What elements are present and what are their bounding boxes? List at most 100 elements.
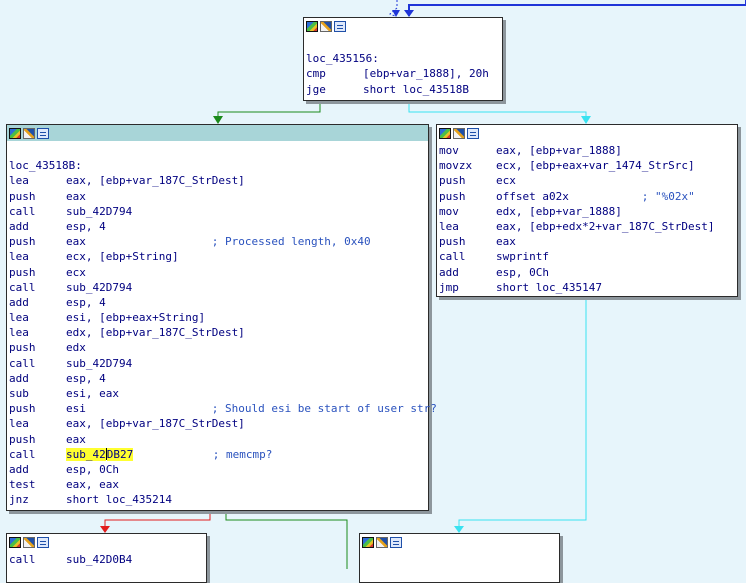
instruction-line[interactable]: call sub_42DB27 ; memcmp? (9, 447, 428, 462)
graph-view[interactable]: loc_435156: cmp [ebp+var_1888], 20h jge shor… (0, 0, 746, 583)
instruction-line[interactable]: add esp, 0Ch (9, 462, 428, 477)
rename-icon[interactable] (23, 536, 35, 548)
block-loop-body[interactable]: mov eax, [ebp+var_1888] movzx ecx, [ebp+eax… (436, 124, 738, 297)
instruction-line[interactable]: jnz short loc_435214 (9, 492, 428, 507)
instruction-line[interactable]: push esi ; Should esi be start of user st… (9, 401, 437, 416)
instruction-line[interactable]: lea eax, [ebp+var_187C_StrDest] (9, 173, 428, 188)
instruction-line[interactable]: lea eax, [ebp+var_187C_StrDest] (9, 416, 428, 431)
instruction-line[interactable]: call sub_42D0B4 (9, 552, 206, 567)
operand[interactable]: sub_42D0B4 (66, 553, 132, 566)
operand[interactable]: ecx (66, 266, 86, 279)
operand-highlighted[interactable]: DB27 (106, 447, 134, 461)
instruction-line[interactable]: mov eax, [ebp+var_1888] (439, 143, 737, 158)
operand[interactable]: edx, [ebp+var_187C_StrDest] (66, 326, 245, 339)
code-label[interactable]: loc_43518B: (9, 159, 82, 172)
color-icon[interactable] (9, 127, 21, 139)
operand[interactable]: short loc_43518B (363, 83, 469, 96)
jnz-false-edge (104, 511, 211, 531)
operand[interactable]: esi (66, 402, 86, 415)
instruction-line[interactable]: push eax (9, 432, 428, 447)
instruction-line[interactable]: test eax, eax (9, 477, 428, 492)
operand[interactable]: eax (66, 235, 86, 248)
operand[interactable]: sub_42D794 (66, 281, 132, 294)
instruction-line[interactable]: jge short loc_43518B (306, 82, 502, 97)
instruction-line[interactable]: lea esi, [ebp+eax+String] (9, 310, 428, 325)
operand[interactable]: esp, 0Ch (66, 463, 119, 476)
instruction-line[interactable]: push offset a02x ; "%02x" (439, 189, 737, 204)
instruction-line[interactable]: mov edx, [ebp+var_1888] (439, 204, 737, 219)
instruction-line[interactable]: add esp, 0Ch (439, 265, 737, 280)
instruction-line[interactable]: sub esi, eax (9, 386, 428, 401)
graph-overview-icon[interactable] (37, 536, 49, 548)
instruction-line[interactable]: lea eax, [ebp+edx*2+var_187C_StrDest] (439, 219, 737, 234)
operand[interactable]: eax (496, 235, 516, 248)
instruction-line[interactable]: push eax (439, 234, 737, 249)
instruction-line[interactable]: push ecx (439, 173, 737, 188)
instruction-line[interactable]: call sub_42D794 (9, 356, 428, 371)
operand[interactable]: eax, eax (66, 478, 119, 491)
code-label[interactable]: loc_435156: (306, 52, 379, 65)
color-icon[interactable] (439, 127, 451, 139)
operand[interactable]: esi, eax (66, 387, 119, 400)
rename-icon[interactable] (376, 536, 388, 548)
instruction-line[interactable]: push eax (9, 189, 428, 204)
operand[interactable]: eax (66, 190, 86, 203)
operand[interactable]: esp, 0Ch (496, 266, 549, 279)
instruction-line[interactable]: call swprintf (439, 249, 737, 264)
operand[interactable]: esp, 4 (66, 372, 106, 385)
operand[interactable]: sub_42D794 (66, 357, 132, 370)
operand[interactable]: swprintf (496, 250, 549, 263)
instruction-line[interactable]: push ecx (9, 265, 428, 280)
operand[interactable]: sub_42D794 (66, 205, 132, 218)
operand[interactable]: short loc_435147 (496, 281, 602, 294)
instruction-line[interactable]: call sub_42D794 (9, 204, 428, 219)
operand-highlighted[interactable]: sub_42 (66, 447, 106, 461)
instruction-line[interactable]: add esp, 4 (9, 371, 428, 386)
color-icon[interactable] (306, 20, 318, 32)
graph-overview-icon[interactable] (37, 127, 49, 139)
instruction-line[interactable]: lea edx, [ebp+var_187C_StrDest] (9, 325, 428, 340)
instruction-line[interactable]: add esp, 4 (9, 295, 428, 310)
operand[interactable]: ecx, [ebp+eax+var_1474_StrSrc] (496, 159, 695, 172)
operand[interactable]: eax, [ebp+var_1888] (496, 144, 622, 157)
graph-overview-icon[interactable] (334, 20, 346, 32)
instruction-line[interactable]: push eax ; Processed length, 0x40 (9, 234, 428, 249)
instruction-line[interactable]: cmp [ebp+var_1888], 20h (306, 66, 502, 81)
operand[interactable]: esp, 4 (66, 296, 106, 309)
graph-overview-icon[interactable] (390, 536, 402, 548)
instruction-line[interactable]: add esp, 4 (9, 219, 428, 234)
operand[interactable]: ecx, [ebp+String] (66, 250, 179, 263)
color-icon[interactable] (9, 536, 21, 548)
operand[interactable]: short loc_435214 (66, 493, 172, 506)
instruction-line[interactable]: movzx ecx, [ebp+eax+var_1474_StrSrc] (439, 158, 737, 173)
operand[interactable]: offset a02x (496, 190, 569, 203)
label-line[interactable]: loc_43518B: (9, 158, 428, 173)
operand[interactable]: eax, [ebp+edx*2+var_187C_StrDest] (496, 220, 715, 233)
mnemonic: push (9, 432, 36, 446)
operand[interactable]: [ebp+var_1888], 20h (363, 67, 489, 80)
block-loc-43518b[interactable]: loc_43518B: lea eax, [ebp+var_187C_StrDest… (6, 124, 437, 511)
operand[interactable]: eax, [ebp+var_187C_StrDest] (66, 417, 245, 430)
block-fail[interactable]: call sub_42D0B4 (6, 533, 207, 583)
operand[interactable]: ecx (496, 174, 516, 187)
block-success[interactable] (359, 533, 560, 583)
operand[interactable]: edx, [ebp+var_1888] (496, 205, 622, 218)
operand[interactable]: esp, 4 (66, 220, 106, 233)
block-loc-435156[interactable]: loc_435156: cmp [ebp+var_1888], 20h jge shor… (303, 17, 503, 101)
graph-overview-icon[interactable] (467, 127, 479, 139)
rename-icon[interactable] (23, 127, 35, 139)
jnz-false-edge-arrow (100, 526, 110, 533)
rename-icon[interactable] (453, 127, 465, 139)
instruction-line[interactable]: lea ecx, [ebp+String] (9, 249, 428, 264)
label-line[interactable]: loc_435156: (306, 51, 502, 66)
operand[interactable]: esi, [ebp+eax+String] (66, 311, 205, 324)
operand[interactable]: edx (66, 341, 86, 354)
color-icon[interactable] (362, 536, 374, 548)
operand[interactable]: eax (66, 433, 86, 446)
instruction-line[interactable]: push edx (9, 340, 428, 355)
instruction-line[interactable]: jmp short loc_435147 (439, 280, 737, 295)
operand[interactable]: eax, [ebp+var_187C_StrDest] (66, 174, 245, 187)
rename-icon[interactable] (320, 20, 332, 32)
instruction-line[interactable]: call sub_42D794 (9, 280, 428, 295)
